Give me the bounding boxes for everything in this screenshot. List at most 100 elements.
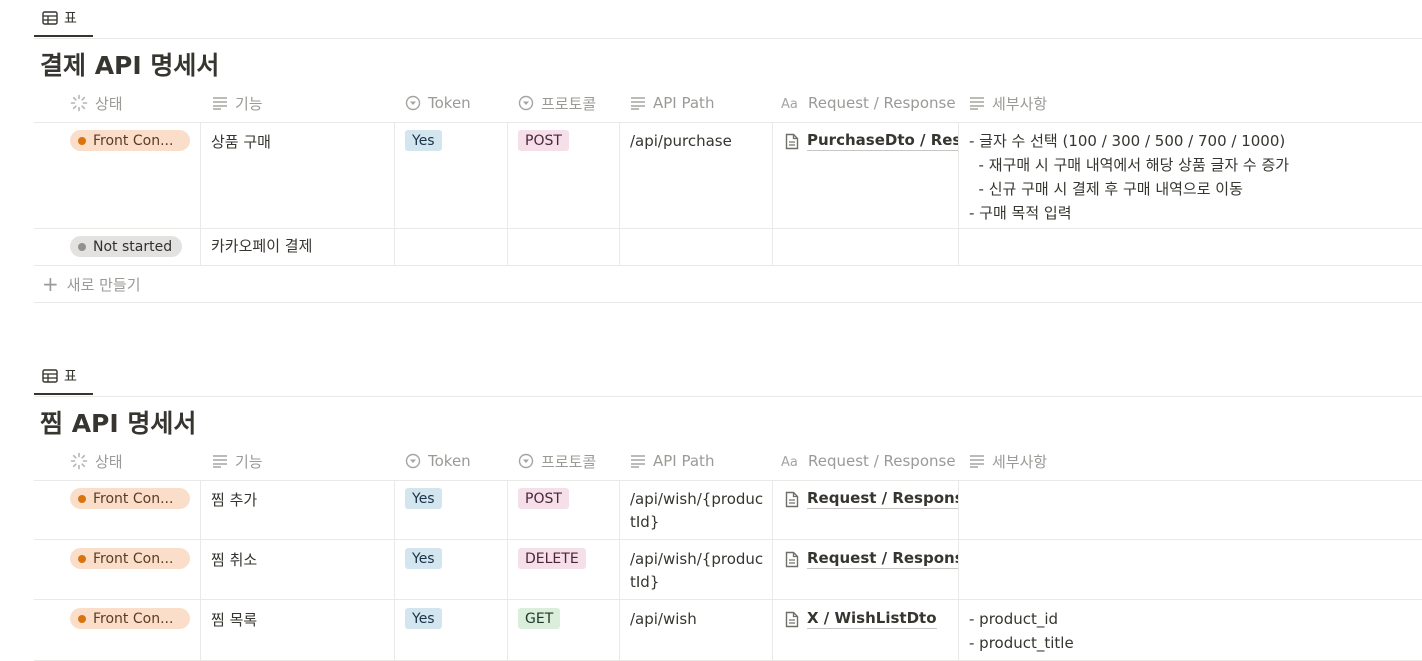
cell-token[interactable]: Yes — [395, 122, 508, 228]
cell-details[interactable] — [959, 540, 1422, 599]
table-row[interactable]: Not started 카카오페이 결제 — [34, 229, 1422, 266]
cell-feature[interactable]: 찜 추가 — [201, 480, 395, 539]
column-header-reqres[interactable]: Aa Request / Response — [781, 84, 956, 122]
status-dot — [78, 554, 86, 563]
view-tab-table[interactable]: 표 — [34, 0, 93, 37]
cell-token[interactable]: Yes — [395, 600, 508, 660]
select-circle-icon — [405, 95, 421, 111]
column-header-label: 프로토콜 — [541, 94, 597, 113]
status-badge[interactable]: Front Con... — [70, 608, 190, 629]
page-icon — [785, 491, 799, 507]
view-tab-label: 표 — [64, 368, 77, 385]
column-header-api-path[interactable]: API Path — [630, 84, 714, 122]
cell-token[interactable]: Yes — [395, 480, 508, 539]
column-header-label: API Path — [653, 452, 715, 470]
column-header-status[interactable]: 상태 — [70, 442, 123, 480]
table-row[interactable]: Front Con... 찜 취소 Yes DELETE /api/wish/{… — [34, 540, 1422, 600]
table-row[interactable]: Front Con... 찜 목록 Yes GET /api/wish X / … — [34, 600, 1422, 661]
cell-reqres[interactable]: PurchaseDto / Response — [773, 122, 959, 228]
column-header-feature[interactable]: 기능 — [212, 84, 263, 122]
text-lines-icon — [970, 97, 984, 110]
cell-reqres[interactable]: Request / Response — [773, 540, 959, 599]
text-lines-icon — [213, 455, 227, 468]
view-tabbar: 표 — [34, 358, 1422, 397]
details-text: - 글자 수 선택 (100 / 300 / 500 / 700 / 1000)… — [969, 132, 1290, 222]
cell-api-path[interactable]: /api/wish/{productId} — [620, 540, 773, 599]
reqres-page-link[interactable]: Request / Response — [785, 489, 958, 509]
page-icon — [785, 611, 799, 627]
status-badge[interactable]: Front Con... — [70, 548, 190, 569]
status-label: Front Con... — [93, 132, 174, 149]
cell-protocol[interactable]: GET — [508, 600, 620, 660]
column-header-details[interactable]: 세부사항 — [969, 84, 1047, 122]
column-header-details[interactable]: 세부사항 — [969, 442, 1047, 480]
status-badge[interactable]: Front Con... — [70, 488, 190, 509]
cell-details[interactable] — [959, 480, 1422, 539]
cell-details[interactable]: - 글자 수 선택 (100 / 300 / 500 / 700 / 1000)… — [959, 122, 1422, 228]
cell-details[interactable]: - product_id - product_title — [959, 600, 1422, 660]
view-tab-table[interactable]: 표 — [34, 358, 93, 395]
database-title[interactable]: 찜 API 명세서 — [40, 408, 196, 440]
cell-feature[interactable]: 상품 구매 — [201, 122, 395, 228]
column-header-token[interactable]: Token — [405, 84, 471, 122]
text-lines-icon — [970, 455, 984, 468]
column-header-label: 프로토콜 — [541, 452, 597, 471]
details-text: - product_id - product_title — [969, 610, 1074, 652]
reqres-label: Request / Response — [807, 549, 958, 569]
cell-feature[interactable]: 찜 취소 — [201, 540, 395, 599]
cell-status[interactable]: Not started — [34, 229, 201, 265]
cell-protocol[interactable]: DELETE — [508, 540, 620, 599]
page-icon — [785, 551, 799, 567]
column-header-protocol[interactable]: 프로토콜 — [518, 442, 596, 480]
status-badge[interactable]: Front Con... — [70, 130, 190, 151]
text-lines-icon — [631, 455, 645, 468]
reqres-page-link[interactable]: PurchaseDto / Response — [785, 131, 958, 151]
column-header-label: 기능 — [235, 452, 263, 471]
cell-reqres[interactable] — [773, 229, 959, 265]
svg-text:Aa: Aa — [781, 455, 798, 468]
column-header-label: Token — [428, 452, 471, 470]
status-dot — [78, 242, 86, 251]
reqres-page-link[interactable]: X / WishListDto — [785, 609, 937, 629]
cell-status[interactable]: Front Con... — [34, 122, 201, 228]
column-header-label: 상태 — [95, 94, 123, 113]
protocol-tag: DELETE — [518, 548, 586, 569]
database-wish: 표 찜 API 명세서 상태 기능 Token 프로토콜 API Path Aa… — [34, 358, 1422, 661]
cell-status[interactable]: Front Con... — [34, 540, 201, 599]
new-row-button[interactable]: + 새로 만들기 — [34, 266, 1422, 303]
cell-details[interactable] — [959, 229, 1422, 265]
column-header-protocol[interactable]: 프로토콜 — [518, 84, 596, 122]
column-header-label: 세부사항 — [992, 94, 1048, 113]
cell-status[interactable]: Front Con... — [34, 600, 201, 660]
cell-reqres[interactable]: X / WishListDto — [773, 600, 959, 660]
cell-token[interactable]: Yes — [395, 540, 508, 599]
column-header-reqres[interactable]: Aa Request / Response — [781, 442, 956, 480]
cell-status[interactable]: Front Con... — [34, 480, 201, 539]
cell-protocol[interactable]: POST — [508, 480, 620, 539]
table-icon — [42, 10, 58, 25]
status-badge[interactable]: Not started — [70, 236, 182, 257]
cell-protocol[interactable] — [508, 229, 620, 265]
table-row[interactable]: Front Con... 상품 구매 Yes POST /api/purchas… — [34, 122, 1422, 229]
database-title[interactable]: 결제 API 명세서 — [40, 50, 219, 82]
cell-feature[interactable]: 찜 목록 — [201, 600, 395, 660]
column-header-api-path[interactable]: API Path — [630, 442, 714, 480]
cell-protocol[interactable]: POST — [508, 122, 620, 228]
column-header-feature[interactable]: 기능 — [212, 442, 263, 480]
column-header-token[interactable]: Token — [405, 442, 471, 480]
cell-api-path[interactable]: /api/purchase — [620, 122, 773, 228]
token-tag: Yes — [405, 488, 442, 509]
cell-api-path[interactable]: /api/wish — [620, 600, 773, 660]
column-header-status[interactable]: 상태 — [70, 84, 123, 122]
table-icon — [42, 368, 58, 383]
cell-api-path[interactable]: /api/wish/{productId} — [620, 480, 773, 539]
table-row[interactable]: Front Con... 찜 추가 Yes POST /api/wish/{pr… — [34, 480, 1422, 540]
reqres-page-link[interactable]: Request / Response — [785, 549, 958, 569]
cell-reqres[interactable]: Request / Response — [773, 480, 959, 539]
cell-token[interactable] — [395, 229, 508, 265]
reqres-label: X / WishListDto — [807, 609, 937, 629]
cell-feature[interactable]: 카카오페이 결제 — [201, 229, 395, 265]
column-header-label: Request / Response — [808, 452, 956, 470]
protocol-tag: GET — [518, 608, 561, 629]
cell-api-path[interactable] — [620, 229, 773, 265]
